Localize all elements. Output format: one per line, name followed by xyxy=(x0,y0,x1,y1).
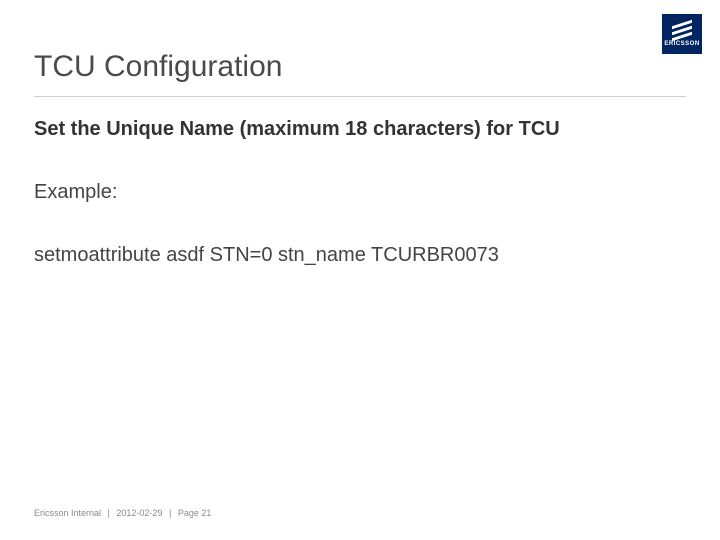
example-label: Example: xyxy=(34,181,660,204)
slide-footer: Ericsson Internal | 2012-02-29 | Page 21 xyxy=(34,508,211,518)
brand-logo-text: ERICSSON xyxy=(664,41,699,47)
title-divider xyxy=(34,96,686,97)
footer-date: 2012-02-29 xyxy=(116,508,162,518)
footer-separator: | xyxy=(169,508,171,518)
slide-title: TCU Configuration xyxy=(34,50,282,84)
example-command: setmoattribute asdf STN=0 stn_name TCURB… xyxy=(34,244,660,267)
footer-page-prefix: Page xyxy=(178,508,202,518)
instruction-text: Set the Unique Name (maximum 18 characte… xyxy=(34,118,660,141)
footer-classification: Ericsson Internal xyxy=(34,508,101,518)
footer-separator: | xyxy=(108,508,110,518)
slide-body: Set the Unique Name (maximum 18 characte… xyxy=(34,118,660,267)
footer-page-number: 21 xyxy=(201,508,211,518)
brand-stripes-icon xyxy=(672,22,692,38)
brand-logo: ERICSSON xyxy=(662,14,702,54)
